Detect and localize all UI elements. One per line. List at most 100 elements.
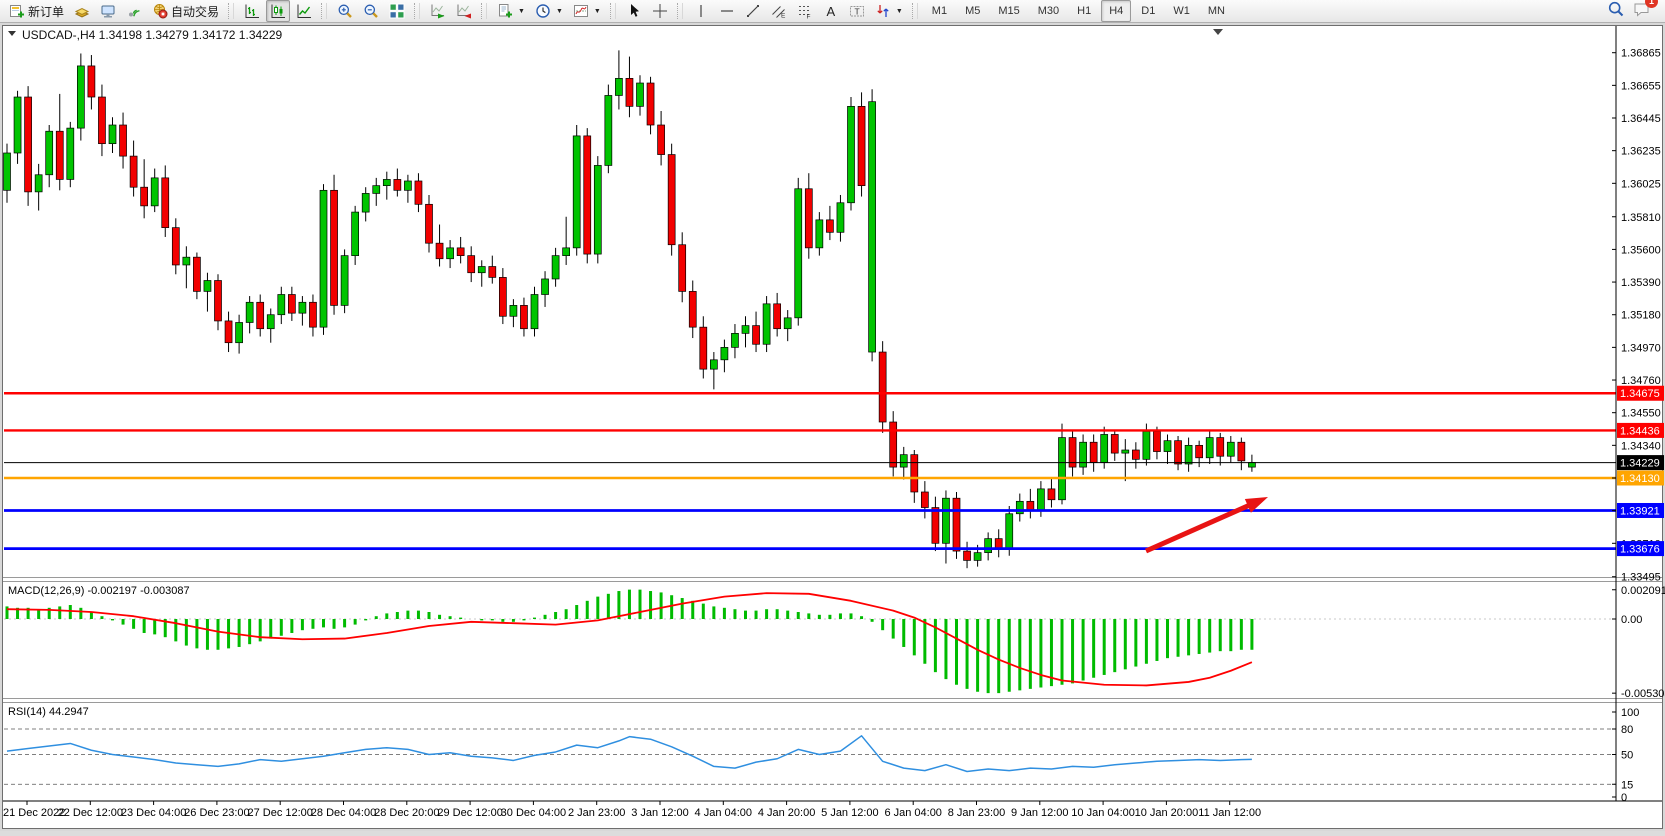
search-icon	[1607, 5, 1625, 22]
candle	[848, 97, 855, 211]
tile-icon	[389, 3, 405, 19]
indicators-button[interactable]: ▼	[493, 0, 529, 22]
candle	[668, 144, 675, 256]
time-tick-label: 23 Dec 04:00	[121, 807, 186, 819]
zoom-in-icon	[337, 3, 353, 19]
price-badge-label: 1.33676	[1620, 544, 1660, 556]
trendline-icon	[745, 3, 761, 19]
price-tick-label: 1.35810	[1621, 212, 1661, 224]
notifications-button[interactable]: 1	[1633, 0, 1651, 23]
chevron-down-icon[interactable]: ▼	[556, 8, 563, 15]
trendline-button[interactable]	[741, 0, 765, 22]
cursor-button[interactable]	[622, 0, 646, 22]
price-badge-label: 1.33921	[1620, 505, 1660, 517]
templates-button[interactable]: ▼	[569, 0, 605, 22]
chart-shift-button[interactable]	[452, 0, 476, 22]
timeframe-button-tf-h4[interactable]: H4	[1101, 0, 1131, 22]
time-tick-label: 4 Jan 04:00	[695, 807, 753, 819]
price-tick-label: 1.34340	[1621, 440, 1661, 452]
chevron-down-icon[interactable]: ▼	[518, 8, 525, 15]
candle	[869, 89, 876, 361]
tf-h1-label: H1	[1077, 5, 1091, 17]
candlestick-chart-button[interactable]	[266, 0, 290, 22]
chevron-down-icon[interactable]: ▼	[896, 8, 903, 15]
chevron-down-icon[interactable]: ▼	[594, 8, 601, 15]
time-tick-label: 21 Dec 2022	[3, 807, 65, 819]
main-toolbar: 新订单 自动交易 ▼ ▼ ▼ E F A T ▼ M1M5 M15 M30 H1 H4 D1 W1 MN 1	[0, 0, 1665, 23]
candle	[795, 178, 802, 326]
text-a-icon: A	[823, 3, 839, 19]
timeframe-button-tf-m15[interactable]: M15	[990, 0, 1027, 22]
zoom-in-button[interactable]	[333, 0, 357, 22]
time-tick-label: 27 Dec 12:00	[247, 807, 312, 819]
tf-m15-label: M15	[998, 5, 1019, 17]
chart-line-icon	[296, 3, 312, 19]
time-tick-label: 8 Jan 23:00	[948, 807, 1006, 819]
autoscroll-icon	[430, 3, 446, 19]
new-order-button[interactable]: 新订单	[5, 0, 68, 22]
search-button[interactable]	[1607, 0, 1625, 23]
macd-scale-label: -0.005303	[1621, 688, 1665, 700]
signals-button[interactable]	[122, 0, 146, 22]
candle	[341, 249, 348, 313]
toolbar-separator	[610, 3, 616, 19]
macd-scale-label: 0.002091	[1621, 585, 1665, 597]
time-tick-label: 3 Jan 12:00	[631, 807, 689, 819]
toolbar-right: 1	[1607, 0, 1661, 23]
template-icon	[573, 3, 589, 19]
tf-d1-label: D1	[1141, 5, 1155, 17]
timeframe-button-tf-m1[interactable]: M1	[924, 0, 955, 22]
toolbar-separator	[912, 3, 918, 19]
text-button[interactable]: A	[819, 0, 843, 22]
chart-shift-icon-icon	[456, 3, 472, 19]
vertical-line-button[interactable]	[689, 0, 713, 22]
timeframe-button-tf-m30[interactable]: M30	[1030, 0, 1067, 22]
svg-text:E: E	[781, 13, 786, 20]
autotrade-icon	[152, 3, 168, 19]
price-tick-label: 1.35600	[1621, 244, 1661, 256]
bar-chart-button[interactable]	[240, 0, 264, 22]
crosshair-button[interactable]	[648, 0, 672, 22]
periods-button[interactable]: ▼	[531, 0, 567, 22]
tf-w1-label: W1	[1173, 5, 1190, 17]
timeframe-button-tf-d1[interactable]: D1	[1133, 0, 1163, 22]
fibonacci-button[interactable]: F	[793, 0, 817, 22]
time-tick-label: 29 Dec 12:00	[437, 807, 502, 819]
tile-windows-button[interactable]	[385, 0, 409, 22]
auto-scroll-button[interactable]	[426, 0, 450, 22]
price-tick-label: 1.34760	[1621, 375, 1661, 387]
signal-icon	[126, 3, 142, 19]
new-order-label: 新订单	[28, 3, 64, 20]
candle	[858, 92, 865, 196]
rsi-scale-label: 100	[1621, 707, 1639, 719]
equidistant-channel-button[interactable]: E	[767, 0, 791, 22]
candle	[594, 156, 601, 263]
chart-candles-icon	[270, 3, 286, 19]
clock-icon	[535, 3, 551, 19]
candle	[320, 184, 327, 335]
rsi-indicator-label: RSI(14) 44.2947	[8, 706, 89, 718]
terminal-button[interactable]	[96, 0, 120, 22]
tf-m30-label: M30	[1038, 5, 1059, 17]
market-watch-button[interactable]	[70, 0, 94, 22]
auto-trading-button[interactable]: 自动交易	[148, 0, 223, 22]
timeframe-button-tf-m5[interactable]: M5	[957, 0, 988, 22]
arrows-button[interactable]: ▼	[871, 0, 907, 22]
price-badge-label: 1.34675	[1620, 388, 1660, 400]
chart-canvas[interactable]: 1.368651.366551.364451.362351.360251.358…	[0, 23, 1665, 831]
price-tick-label: 1.35390	[1621, 277, 1661, 289]
svg-text:T: T	[854, 7, 859, 17]
rsi-scale-label: 80	[1621, 724, 1633, 736]
candle	[531, 287, 538, 337]
zoom-out-button[interactable]	[359, 0, 383, 22]
line-chart-button[interactable]	[292, 0, 316, 22]
timeframe-button-tf-h1[interactable]: H1	[1069, 0, 1099, 22]
rsi-scale-label: 50	[1621, 750, 1633, 762]
macd-scale-label: 0.00	[1621, 614, 1642, 626]
svg-text:F: F	[806, 14, 810, 20]
timeframe-button-tf-w1[interactable]: W1	[1165, 0, 1198, 22]
symbol-title: USDCAD-,H4 1.34198 1.34279 1.34172 1.342…	[22, 28, 283, 42]
horizontal-line-button[interactable]	[715, 0, 739, 22]
timeframe-button-tf-mn[interactable]: MN	[1200, 0, 1233, 22]
text-label-button[interactable]: T	[845, 0, 869, 22]
